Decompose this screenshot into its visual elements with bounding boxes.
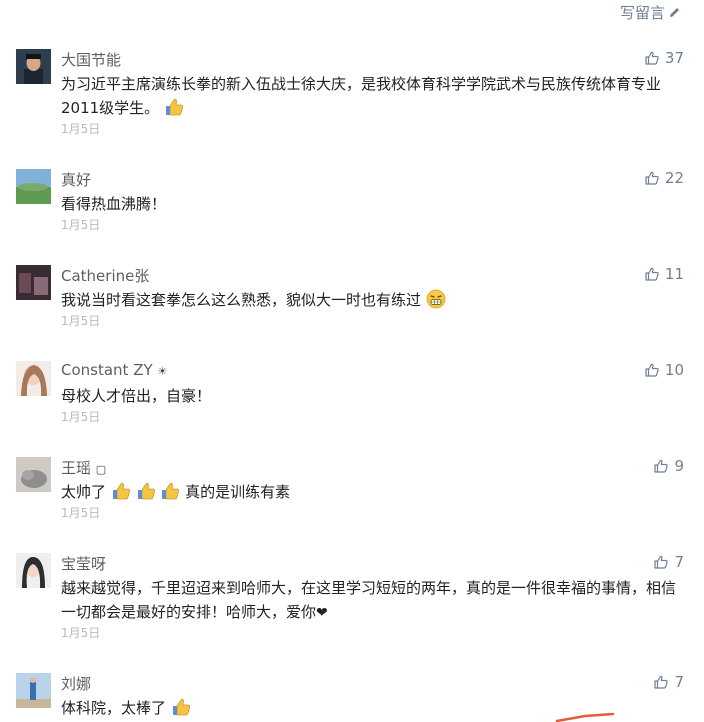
like-button[interactable]: 7 <box>654 673 684 691</box>
write-comment-link[interactable]: 写留言 <box>620 2 681 23</box>
like-count: 7 <box>674 553 684 571</box>
comment-text: 为习近平主席演练长拳的新入伍战士徐大庆，是我校体育科学学院武术与民族传统体育专业… <box>61 75 662 117</box>
like-count: 22 <box>664 169 684 187</box>
sun-symbol: ☀ <box>157 365 168 378</box>
commenter-name[interactable]: 刘娜 <box>61 673 91 694</box>
thumbs-up-emoji-icon <box>164 97 184 117</box>
commenter-name[interactable]: 宝莹呀 <box>61 553 106 574</box>
thumbs-up-icon <box>654 675 668 689</box>
like-count: 10 <box>664 361 684 379</box>
comment-text: 我说当时看这套拳怎么这么熟悉，貌似大一时也有练过 <box>61 288 676 312</box>
like-button[interactable]: 11 <box>645 265 684 283</box>
like-button[interactable]: 7 <box>654 553 684 571</box>
avatar[interactable] <box>16 169 51 204</box>
thumbs-up-emoji-icon <box>136 481 156 501</box>
like-button[interactable]: 22 <box>645 169 684 187</box>
comment-text: 太帅了 真的是训练有素 <box>61 481 291 501</box>
red-arrow-mark <box>555 712 615 722</box>
comment-date: 1月5日 <box>61 626 101 640</box>
pencil-icon <box>670 8 680 17</box>
grin-emoji-icon <box>426 289 446 309</box>
thumbs-up-icon <box>654 459 668 473</box>
comment-text: 越来越觉得，千里迢迢来到哈师大，在这里学习短短的两年，真的是一件很幸福的事情，相… <box>61 579 677 621</box>
commenter-name[interactable]: 真好 <box>61 169 91 190</box>
like-button[interactable]: 10 <box>645 361 684 379</box>
commenter-name[interactable]: Catherine张 <box>61 265 149 286</box>
thumbs-up-icon <box>645 171 659 185</box>
commenter-name[interactable]: 大国节能 <box>61 49 121 70</box>
write-comment-label: 写留言 <box>620 4 666 22</box>
like-count: 9 <box>674 457 684 475</box>
avatar[interactable] <box>16 49 51 84</box>
thumbs-up-icon <box>645 267 659 281</box>
thumbs-up-icon <box>645 363 659 377</box>
avatar[interactable] <box>16 673 51 708</box>
heart-icon: ❤ <box>316 605 328 621</box>
like-button[interactable]: 37 <box>645 49 684 67</box>
like-count: 37 <box>664 49 684 67</box>
thumbs-up-icon <box>654 555 668 569</box>
comment-date: 1月5日 <box>61 218 101 232</box>
avatar[interactable] <box>16 361 51 396</box>
thumbs-up-emoji-icon <box>160 481 180 501</box>
comment-date: 1月5日 <box>61 314 101 328</box>
like-button[interactable]: 9 <box>654 457 684 475</box>
comment-date: 1月5日 <box>61 506 101 520</box>
avatar[interactable] <box>16 457 51 492</box>
thumbs-up-emoji-icon <box>111 481 131 501</box>
comment-date: 1月5日 <box>61 410 101 424</box>
comment-date: 1月5日 <box>61 122 101 136</box>
commenter-name[interactable]: 王瑶 ▢ <box>61 457 106 478</box>
like-count: 7 <box>674 673 684 691</box>
name-symbol: ▢ <box>95 463 107 476</box>
comment-text: 母校人才倍出，自豪！ <box>61 387 212 405</box>
like-count: 11 <box>664 265 684 283</box>
avatar[interactable] <box>16 265 51 300</box>
comment-text: 看得热血沸腾！ <box>61 195 167 213</box>
thumbs-up-emoji-icon <box>171 697 191 717</box>
avatar[interactable] <box>16 553 51 588</box>
thumbs-up-icon <box>645 51 659 65</box>
commenter-name[interactable]: Constant ZY ☀ <box>61 361 167 379</box>
